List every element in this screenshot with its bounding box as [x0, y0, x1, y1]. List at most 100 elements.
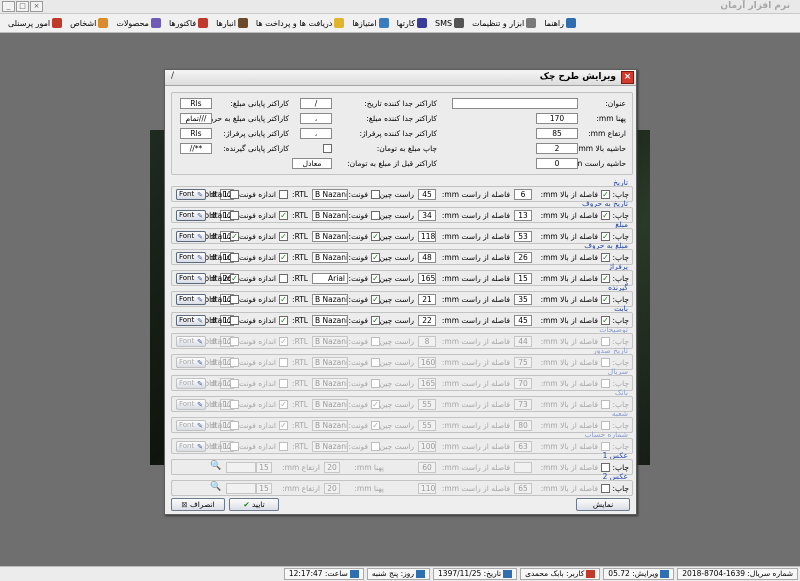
- font-name-input[interactable]: B Nazanin: [312, 378, 348, 389]
- print-checkbox[interactable]: [601, 484, 610, 493]
- close-icon[interactable]: ×: [621, 71, 634, 84]
- from-right-input[interactable]: 160: [418, 357, 436, 368]
- from-top-input[interactable]: 65: [514, 483, 532, 494]
- rtl-align-checkbox[interactable]: [371, 358, 380, 367]
- print-checkbox[interactable]: ✓: [601, 295, 610, 304]
- rtl-align-checkbox[interactable]: ✓: [371, 316, 380, 325]
- from-right-input[interactable]: 100: [418, 441, 436, 452]
- from-right-input[interactable]: 55: [418, 399, 436, 410]
- from-right-input[interactable]: 165: [418, 378, 436, 389]
- bold-checkbox[interactable]: [230, 442, 239, 451]
- rtl-align-checkbox[interactable]: ✓: [371, 232, 380, 241]
- date-separator-input[interactable]: /: [300, 98, 332, 109]
- font-button[interactable]: Font ✎: [176, 420, 206, 431]
- from-top-input[interactable]: 53: [514, 231, 532, 242]
- right-margin-input[interactable]: 0: [536, 158, 578, 169]
- rtl-checkbox[interactable]: ✓: [279, 211, 288, 220]
- print-checkbox[interactable]: [601, 442, 610, 451]
- pay-end-input[interactable]: Rls: [180, 128, 212, 139]
- from-top-input[interactable]: 44: [514, 336, 532, 347]
- rtl-align-checkbox[interactable]: [371, 190, 380, 199]
- title-input[interactable]: [452, 98, 578, 109]
- menu-item-0[interactable]: امور پرسنلی: [8, 18, 63, 28]
- height-input[interactable]: 85: [536, 128, 578, 139]
- menu-item-10[interactable]: راهنما: [544, 18, 576, 28]
- print-checkbox[interactable]: ✓: [601, 253, 610, 262]
- print-checkbox[interactable]: [601, 337, 610, 346]
- print-checkbox[interactable]: [601, 400, 610, 409]
- menu-item-5[interactable]: دریافت ها و پرداخت ها: [256, 18, 345, 28]
- menu-item-7[interactable]: کارتها: [397, 18, 428, 28]
- pre-toman-input[interactable]: معادل: [292, 158, 332, 169]
- menu-item-4[interactable]: انبارها: [216, 18, 248, 28]
- from-top-input[interactable]: 26: [514, 252, 532, 263]
- print-checkbox[interactable]: [601, 421, 610, 430]
- payee-end-input[interactable]: //**: [180, 143, 212, 154]
- print-checkbox[interactable]: ✓: [601, 274, 610, 283]
- rtl-checkbox[interactable]: ✓: [279, 421, 288, 430]
- print-checkbox[interactable]: ✓: [601, 190, 610, 199]
- font-button[interactable]: Font ✎: [176, 378, 206, 389]
- font-button[interactable]: Font ✎: [176, 315, 206, 326]
- rtl-checkbox[interactable]: ✓: [279, 337, 288, 346]
- font-name-input[interactable]: B Nazanin: [312, 252, 348, 263]
- font-name-input[interactable]: B Nazanin: [312, 189, 348, 200]
- print-checkbox[interactable]: ✓: [601, 211, 610, 220]
- rtl-checkbox[interactable]: [279, 190, 288, 199]
- from-top-input[interactable]: 6: [514, 189, 532, 200]
- from-top-input[interactable]: 63: [514, 441, 532, 452]
- rtl-align-checkbox[interactable]: ✓: [371, 274, 380, 283]
- font-button[interactable]: Font ✎: [176, 336, 206, 347]
- amount-separator-input[interactable]: ،: [300, 113, 332, 124]
- font-button[interactable]: Font ✎: [176, 441, 206, 452]
- rtl-checkbox[interactable]: ✓: [279, 400, 288, 409]
- from-right-input[interactable]: 60: [418, 462, 436, 473]
- font-name-input[interactable]: B Nazanin: [312, 420, 348, 431]
- from-right-input[interactable]: 55: [418, 420, 436, 431]
- search-icon[interactable]: 🔍: [210, 482, 221, 493]
- from-top-input[interactable]: 15: [514, 273, 532, 284]
- font-button[interactable]: Font ✎: [176, 231, 206, 242]
- image-width-input[interactable]: 20: [324, 483, 340, 494]
- from-right-input[interactable]: 48: [418, 252, 436, 263]
- font-button[interactable]: Font ✎: [176, 210, 206, 221]
- search-icon[interactable]: 🔍: [210, 461, 221, 472]
- from-top-input[interactable]: 73: [514, 399, 532, 410]
- menu-item-8[interactable]: SMS: [435, 18, 465, 28]
- print-checkbox[interactable]: [601, 463, 610, 472]
- font-button[interactable]: Font ✎: [176, 189, 206, 200]
- from-right-input[interactable]: 8: [418, 336, 436, 347]
- rtl-align-checkbox[interactable]: [371, 337, 380, 346]
- font-button[interactable]: Font ✎: [176, 357, 206, 368]
- print-checkbox[interactable]: ✓: [601, 316, 610, 325]
- rtl-checkbox[interactable]: ✓: [279, 295, 288, 304]
- font-name-input[interactable]: Arial: [312, 273, 348, 284]
- image-height-input[interactable]: 15: [256, 483, 272, 494]
- from-right-input[interactable]: 34: [418, 210, 436, 221]
- bold-checkbox[interactable]: [230, 190, 239, 199]
- from-top-input[interactable]: [514, 462, 532, 473]
- ok-button[interactable]: ✔ تایید: [229, 498, 279, 511]
- width-input[interactable]: 170: [536, 113, 578, 124]
- rtl-align-checkbox[interactable]: [371, 211, 380, 220]
- bold-checkbox[interactable]: [230, 421, 239, 430]
- from-top-input[interactable]: 75: [514, 357, 532, 368]
- font-name-input[interactable]: B Nazanin: [312, 210, 348, 221]
- print-toman-checkbox[interactable]: [323, 144, 332, 153]
- cancel-button[interactable]: ⊠ انصراف: [171, 498, 225, 511]
- from-top-input[interactable]: 35: [514, 294, 532, 305]
- font-name-input[interactable]: B Nazanin: [312, 357, 348, 368]
- rtl-align-checkbox[interactable]: ✓: [371, 253, 380, 262]
- preview-button[interactable]: نمایش: [576, 498, 630, 511]
- bold-checkbox[interactable]: [230, 337, 239, 346]
- rtl-checkbox[interactable]: [279, 442, 288, 451]
- font-name-input[interactable]: B Nazanin: [312, 294, 348, 305]
- rtl-align-checkbox[interactable]: [371, 379, 380, 388]
- font-name-input[interactable]: B Nazanin: [312, 315, 348, 326]
- bold-checkbox[interactable]: [230, 400, 239, 409]
- font-name-input[interactable]: B Nazanin: [312, 399, 348, 410]
- rtl-align-checkbox[interactable]: [371, 442, 380, 451]
- menu-item-9[interactable]: ابزار و تنظیمات: [472, 18, 537, 28]
- from-right-input[interactable]: 45: [418, 189, 436, 200]
- menu-item-3[interactable]: فاکتورها: [169, 18, 209, 28]
